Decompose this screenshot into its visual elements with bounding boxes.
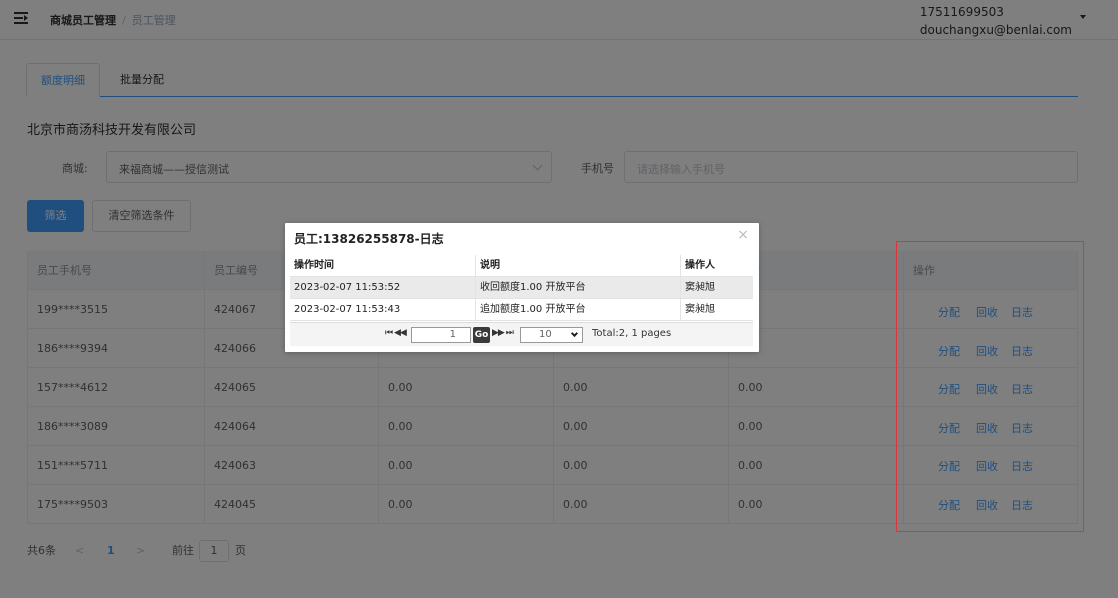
dialog-title: 员工:13826255878-日志	[294, 232, 444, 246]
log-table-header: 操作时间 说明 操作人	[290, 255, 753, 277]
log-dialog: 员工:13826255878-日志 × 操作时间 说明 操作人 2023-02-…	[285, 223, 759, 352]
next-last-page-icon[interactable]: ▶▶ ⏭	[492, 328, 514, 338]
page-size-select[interactable]: 10	[520, 327, 583, 343]
column-header-operator: 操作人	[685, 260, 715, 271]
log-time: 2023-02-07 11:53:43	[290, 299, 476, 321]
log-time: 2023-02-07 11:53:52	[290, 277, 476, 299]
log-operator: 窦昶旭	[685, 282, 715, 293]
log-pager-total: Total:2, 1 pages	[592, 328, 672, 339]
log-operator: 窦昶旭	[685, 304, 715, 315]
close-icon[interactable]: ×	[737, 227, 749, 243]
log-row: 2023-02-07 11:53:52 收回额度1.00 开放平台 窦昶旭	[290, 277, 753, 299]
first-prev-page-icon[interactable]: ⏮ ◀◀	[385, 328, 407, 338]
log-desc: 收回额度1.00 开放平台	[476, 277, 681, 299]
highlight-box	[896, 241, 1084, 532]
column-header-desc: 说明	[476, 255, 681, 277]
log-page-input[interactable]: 1	[411, 327, 471, 343]
log-pager: ⏮ ◀◀ 1 Go ▶▶ ⏭ 10 Total:2, 1 pages	[290, 322, 753, 346]
go-button[interactable]: Go	[473, 327, 490, 343]
page-size-value: 10	[539, 329, 552, 340]
column-header-time: 操作时间	[290, 255, 476, 277]
log-desc: 追加额度1.00 开放平台	[476, 299, 681, 321]
log-row: 2023-02-07 11:53:43 追加额度1.00 开放平台 窦昶旭	[290, 299, 753, 321]
chevron-down-icon	[570, 329, 579, 338]
